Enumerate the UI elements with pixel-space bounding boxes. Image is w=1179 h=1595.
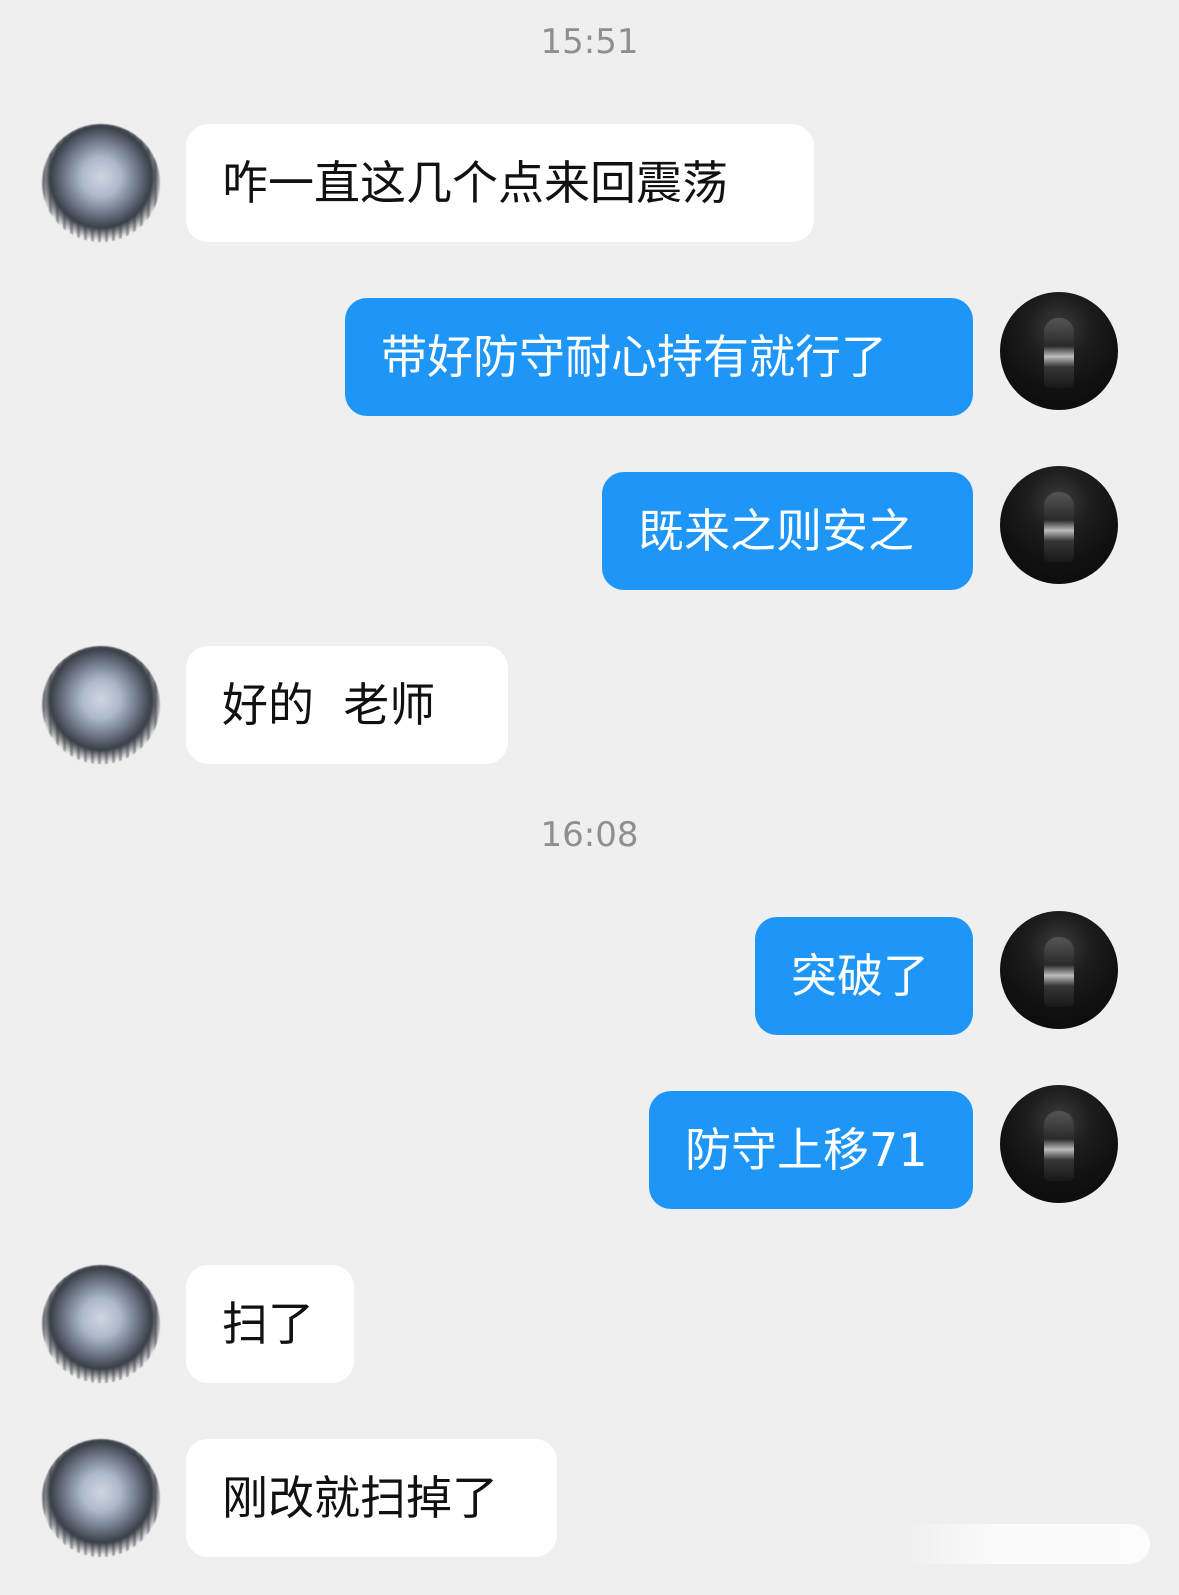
incoming-message-bubble[interactable]: 扫了 bbox=[186, 1265, 354, 1383]
timestamp-1551: 15:51 bbox=[540, 22, 639, 62]
incoming-message-bubble[interactable]: 好的 老师 bbox=[186, 646, 508, 764]
user-avatar-icon[interactable] bbox=[1000, 911, 1118, 1029]
avatar-figure bbox=[1044, 492, 1074, 562]
avatar-figure bbox=[1044, 318, 1074, 388]
timestamp-1608: 16:08 bbox=[540, 815, 639, 855]
avatar-figure bbox=[1044, 1111, 1074, 1181]
contact-avatar-icon[interactable] bbox=[42, 124, 160, 242]
outgoing-message-bubble[interactable]: 防守上移71 bbox=[649, 1091, 973, 1209]
contact-avatar-icon[interactable] bbox=[42, 1265, 160, 1383]
user-avatar-icon[interactable] bbox=[1000, 292, 1118, 410]
incoming-message-bubble[interactable]: 刚改就扫掉了 bbox=[186, 1439, 557, 1557]
user-avatar-icon[interactable] bbox=[1000, 1085, 1118, 1203]
user-avatar-icon[interactable] bbox=[1000, 466, 1118, 584]
contact-avatar-icon[interactable] bbox=[42, 1439, 160, 1557]
watermark-overlay bbox=[900, 1524, 1150, 1564]
outgoing-message-bubble[interactable]: 带好防守耐心持有就行了 bbox=[345, 298, 973, 416]
contact-avatar-icon[interactable] bbox=[42, 646, 160, 764]
avatar-figure bbox=[1044, 937, 1074, 1007]
incoming-message-bubble[interactable]: 咋一直这几个点来回震荡 bbox=[186, 124, 814, 242]
outgoing-message-bubble[interactable]: 突破了 bbox=[755, 917, 973, 1035]
outgoing-message-bubble[interactable]: 既来之则安之 bbox=[602, 472, 973, 590]
